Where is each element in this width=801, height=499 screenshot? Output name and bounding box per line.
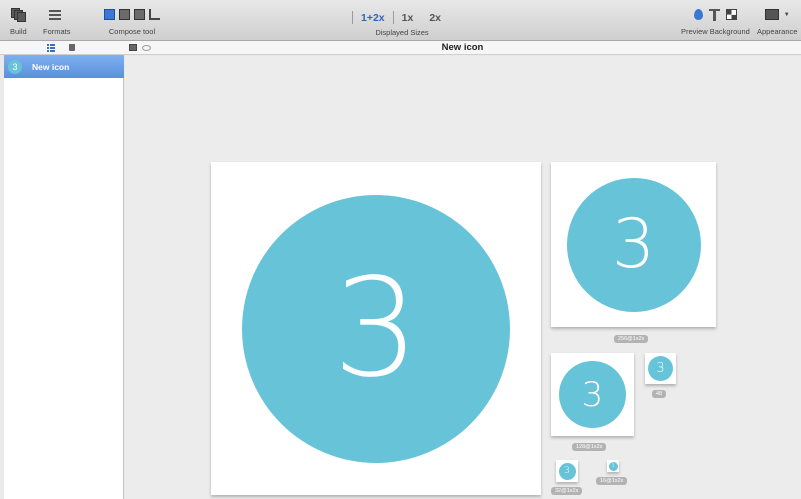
icon-preview: 3 — [648, 356, 673, 381]
size-caption: 32@1x2x — [551, 487, 583, 495]
size-caption: 16@1x2x — [596, 477, 628, 485]
displayed-sizes-label: Displayed Sizes — [375, 28, 429, 37]
toolbar: Build Formats Compose tool 1+2x 1x 2x Di… — [0, 0, 801, 41]
sub-toolbar: New icon — [0, 41, 801, 55]
size-caption: 48 — [652, 390, 667, 398]
color-drop-icon[interactable] — [693, 9, 703, 20]
sidebar: 3 New icon — [4, 55, 124, 499]
icon-thumbnail: 3 — [8, 59, 22, 74]
icon-preview: 3 — [558, 462, 576, 480]
icon-preview: 3 — [242, 194, 510, 463]
size-caption: 256@1x2x — [614, 335, 649, 343]
formats-icon — [48, 9, 65, 21]
compose-crop-icon[interactable] — [149, 9, 160, 20]
preview-canvas: 3 3 256@1x2x 3 128@1x2x 3 48 3 32@1x2x 3… — [125, 56, 801, 499]
preview-tile-512[interactable]: 3 — [211, 162, 541, 495]
sidebar-item-new-icon[interactable]: 3 New icon — [4, 55, 124, 78]
appearance-icon — [764, 9, 779, 20]
preview-tile-48[interactable]: 3 — [645, 353, 676, 384]
compose-select-icon[interactable] — [104, 9, 115, 20]
trash-icon[interactable] — [69, 44, 75, 51]
preview-background-label: Preview Background — [681, 27, 750, 36]
document-title: New icon — [441, 42, 484, 53]
sidebar-item-label: New icon — [32, 61, 70, 72]
formats-button[interactable]: Formats — [43, 6, 71, 36]
checkerboard-icon[interactable] — [725, 9, 737, 20]
preview-tile-16[interactable]: 3 — [607, 460, 619, 472]
displayed-sizes-control: 1+2x 1x 2x — [352, 11, 449, 24]
size-2x-button[interactable]: 2x — [421, 12, 449, 24]
preview-tile-256[interactable]: 3 — [551, 162, 716, 327]
build-button[interactable]: Build — [10, 6, 27, 36]
text-icon[interactable] — [708, 8, 720, 21]
size-1-2x-button[interactable]: 1+2x — [353, 12, 393, 24]
size-caption: 128@1x2x — [572, 443, 607, 451]
chevron-down-icon: ▼ — [783, 11, 790, 18]
build-label: Build — [10, 27, 27, 36]
appearance-button[interactable]: ▼ Appearance — [757, 6, 797, 36]
icon-preview: 3 — [608, 461, 618, 471]
compose-stack-icon[interactable] — [119, 9, 130, 20]
build-icon — [10, 7, 26, 22]
size-1x-button[interactable]: 1x — [394, 12, 422, 24]
compose-add-icon[interactable] — [134, 9, 145, 20]
compose-tool-label: Compose tool — [108, 27, 156, 36]
formats-label: Formats — [43, 27, 71, 36]
compose-tool-group: Compose tool — [104, 6, 160, 36]
preview-tile-32[interactable]: 3 — [556, 460, 578, 482]
list-view-icon[interactable] — [47, 44, 55, 52]
preview-background-group: Preview Background — [681, 6, 750, 36]
icon-preview: 3 — [566, 177, 701, 312]
preview-tile-128[interactable]: 3 — [551, 353, 634, 436]
appearance-label: Appearance — [757, 27, 798, 36]
icon-preview: 3 — [559, 361, 626, 428]
